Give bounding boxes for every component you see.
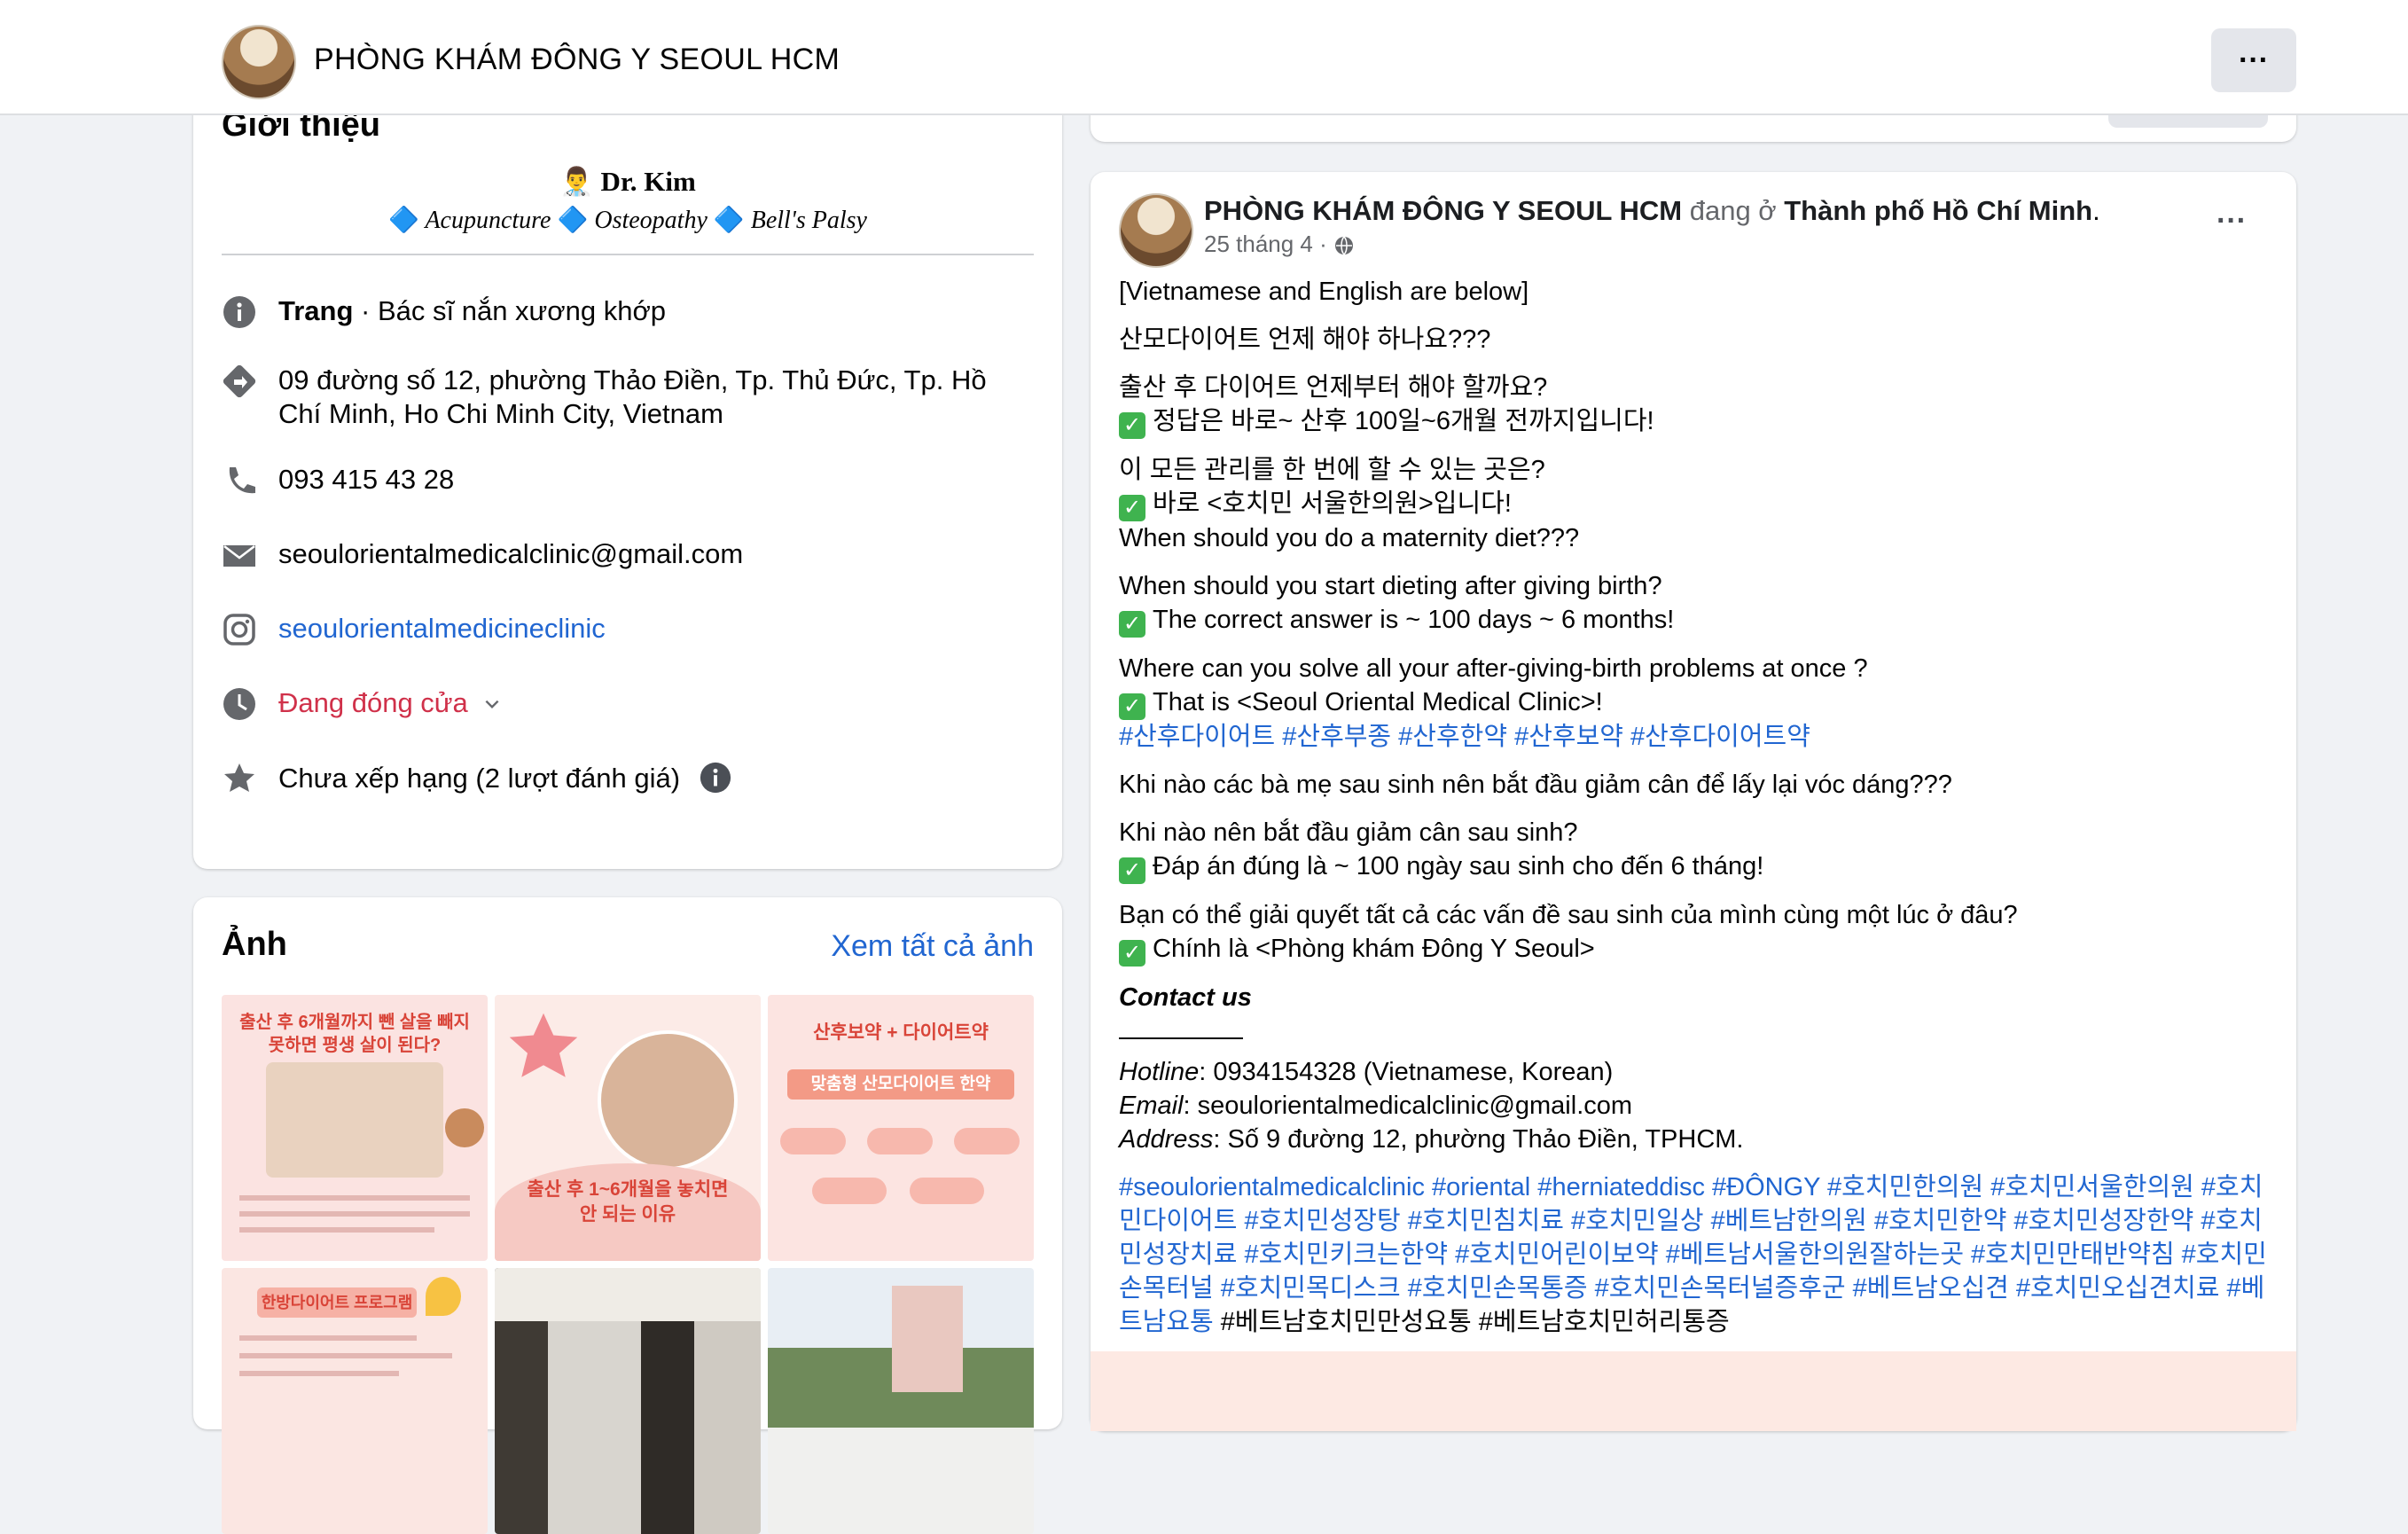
post-location[interactable]: Thành phố Hồ Chí Minh xyxy=(1784,195,2092,226)
hotline-value: : 0934154328 (Vietnamese, Korean) xyxy=(1199,1058,1614,1086)
star-shape xyxy=(509,1013,578,1077)
photo-caption: 출산 후 1~6개월을 놓치면 안 되는 이유 xyxy=(527,1179,729,1225)
post-image[interactable] xyxy=(1091,1351,2296,1431)
hours-status[interactable]: Đang đóng cửa xyxy=(278,687,468,718)
email-label: Email xyxy=(1119,1092,1184,1120)
page-title[interactable]: PHÒNG KHÁM ĐÔNG Y SEOUL HCM xyxy=(314,43,840,77)
check-icon: ✓ xyxy=(1119,412,1145,439)
page-avatar[interactable] xyxy=(222,25,296,99)
photo-caption: 한방다이어트 프로그램 xyxy=(257,1287,417,1318)
address-value: : Số 9 đường 12, phường Thảo Điền, TPHCM… xyxy=(1213,1125,1744,1154)
diamond-icon: 🔷 xyxy=(713,207,745,234)
post-line: Đáp án đúng là ~ 100 ngày sau sinh cho đ… xyxy=(1153,852,1764,880)
mother-baby-photo xyxy=(598,1030,738,1170)
email-text[interactable]: seoulorientalmedicalclinic@gmail.com xyxy=(278,537,1032,571)
post-card: PHÒNG KHÁM ĐÔNG Y SEOUL HCM đang ở Thành… xyxy=(1091,172,2296,1431)
star-icon xyxy=(224,763,254,792)
teddy-bear-icon xyxy=(445,1108,484,1147)
intro-bio: 👨‍⚕️ Dr. Kim 🔷 Acupuncture 🔷 Osteopathy … xyxy=(222,165,1034,235)
post-line: The correct answer is ~ 100 days ~ 6 mon… xyxy=(1153,606,1675,634)
instagram-icon xyxy=(223,614,255,646)
bio-item: Acupuncture xyxy=(425,207,551,234)
post-author-name[interactable]: PHÒNG KHÁM ĐÔNG Y SEOUL HCM xyxy=(1204,195,1682,226)
photo-thumbnail[interactable] xyxy=(495,1268,761,1534)
check-icon: ✓ xyxy=(1119,857,1145,884)
check-icon: ✓ xyxy=(1119,940,1145,967)
post-line: 출산 후 다이어트 언제부터 해야 할까요? xyxy=(1119,373,1548,402)
check-icon: ✓ xyxy=(1119,693,1145,720)
info-icon[interactable] xyxy=(699,761,732,794)
photo-thumbnail[interactable]: 산후보약 + 다이어트약 맞춤형 산모다이어트 한약 xyxy=(768,995,1034,1261)
post-line: [Vietnamese and English are below] xyxy=(1119,278,1529,306)
phone-icon xyxy=(229,467,255,494)
more-options-button[interactable]: ··· xyxy=(2211,28,2296,92)
post-line: Bạn có thể giải quyết tất cả các vấn đề … xyxy=(1119,901,2018,929)
directions-icon xyxy=(223,364,256,398)
post-author-avatar[interactable] xyxy=(1119,193,1193,268)
page-header-bar: PHÒNG KHÁM ĐÔNG Y SEOUL HCM ··· xyxy=(0,0,2408,115)
contact-title: Contact us xyxy=(1119,983,1252,1012)
doctor-icon: 👨‍⚕️ xyxy=(559,166,594,197)
post-line: When should you do a maternity diet??? xyxy=(1119,524,1580,552)
more-icon: ··· xyxy=(2239,43,2269,77)
rating-text: Chưa xếp hạng (2 lượt đánh giá) xyxy=(278,763,681,794)
instagram-link[interactable]: seoulorientalmedicineclinic xyxy=(278,612,1032,646)
envelope-icon xyxy=(223,545,255,567)
photo-subcaption: 맞춤형 산모다이어트 한약 xyxy=(787,1069,1014,1100)
photo-thumbnail[interactable] xyxy=(768,1268,1034,1534)
chevron-down-icon[interactable] xyxy=(482,694,502,714)
hotline-label: Hotline xyxy=(1119,1058,1200,1086)
photo-caption: 출산 후 6개월까지 뺀 살을 빼지 못하면 평생 살이 된다? xyxy=(239,1013,470,1055)
bio-item: Osteopathy xyxy=(594,207,708,234)
post-line: That is <Seoul Oriental Medical Clinic>! xyxy=(1153,688,1603,716)
phone-text[interactable]: 093 415 43 28 xyxy=(278,463,1032,497)
check-icon: ✓ xyxy=(1119,611,1145,638)
category-label: Trang xyxy=(278,295,354,326)
photo-thumbnail[interactable]: 출산 후 1~6개월을 놓치면 안 되는 이유 xyxy=(495,995,761,1261)
see-all-photos-link[interactable]: Xem tất cả ảnh xyxy=(831,929,1034,964)
diamond-icon: 🔷 xyxy=(388,207,419,234)
address-label: Address xyxy=(1119,1125,1214,1154)
post-line: Khi nào nên bắt đầu giảm cân sau sinh? xyxy=(1119,818,1578,847)
bio-doctor-name: Dr. Kim xyxy=(600,166,696,197)
photo-caption: 산후보약 + 다이어트약 xyxy=(813,1022,989,1043)
hashtag-plain: #베트남호치민만성요통 #베트남호치민허리통증 xyxy=(1213,1308,1730,1336)
photos-card: Ảnh Xem tất cả ảnh 출산 후 6개월까지 뺀 살을 빼지 못하… xyxy=(193,897,1062,1534)
diamond-icon: 🔷 xyxy=(557,207,589,234)
post-at-text: đang ở xyxy=(1682,195,1785,226)
photos-heading: Ảnh xyxy=(222,926,287,963)
post-date[interactable]: 25 tháng 4 · xyxy=(1204,231,1333,257)
post-line: 바로 <호치민 서울한의원>입니다! xyxy=(1153,489,1512,518)
info-icon xyxy=(223,296,255,328)
post-line: When should you start dieting after givi… xyxy=(1119,572,1662,600)
photo-thumbnail[interactable]: 출산 후 6개월까지 뺀 살을 빼지 못하면 평생 살이 된다? xyxy=(222,995,488,1261)
check-icon: ✓ xyxy=(1119,495,1145,521)
photo-thumbnail[interactable]: 한방다이어트 프로그램 xyxy=(222,1268,488,1534)
post-line: Where can you solve all your after-givin… xyxy=(1119,654,1868,683)
post-line: 산모다이어트 언제 해야 하나요??? xyxy=(1119,325,1491,354)
email-value: : seoulorientalmedicalclinic@gmail.com xyxy=(1183,1092,1633,1120)
photo-image xyxy=(266,1062,443,1178)
contact-underline xyxy=(1119,1037,1243,1039)
post-body: [Vietnamese and English are below] 산모다이어… xyxy=(1119,275,2271,1353)
category-value: · Bác sĩ nắn xương khớp xyxy=(353,295,667,326)
address-text: 09 đường số 12, phường Thảo Điền, Tp. Th… xyxy=(278,364,987,429)
post-line: 정답은 바로~ 산후 100일~6개월 전까지입니다! xyxy=(1153,407,1654,435)
divider xyxy=(222,254,1034,255)
hashtag-links[interactable]: #산후다이어트 #산후부종 #산후한약 #산후보약 #산후다이어트약 xyxy=(1119,723,1810,751)
post-line: Chính là <Phòng khám Đông Y Seoul> xyxy=(1153,935,1595,963)
bio-item: Bell's Palsy xyxy=(750,207,867,234)
post-line: Khi nào các bà mẹ sau sinh nên bắt đầu g… xyxy=(1119,771,1952,799)
clock-icon xyxy=(223,688,255,720)
post-line: 이 모든 관리를 한 번에 할 수 있는 곳은? xyxy=(1119,456,1545,484)
post-options-button[interactable]: ··· xyxy=(2216,204,2247,239)
intro-card: Giới thiệu 👨‍⚕️ Dr. Kim 🔷 Acupuncture 🔷 … xyxy=(193,71,1062,869)
post-header: PHÒNG KHÁM ĐÔNG Y SEOUL HCM đang ở Thành… xyxy=(1204,195,2100,226)
post-meta: 25 tháng 4 · xyxy=(1204,231,1355,258)
globe-icon xyxy=(1335,236,1353,255)
